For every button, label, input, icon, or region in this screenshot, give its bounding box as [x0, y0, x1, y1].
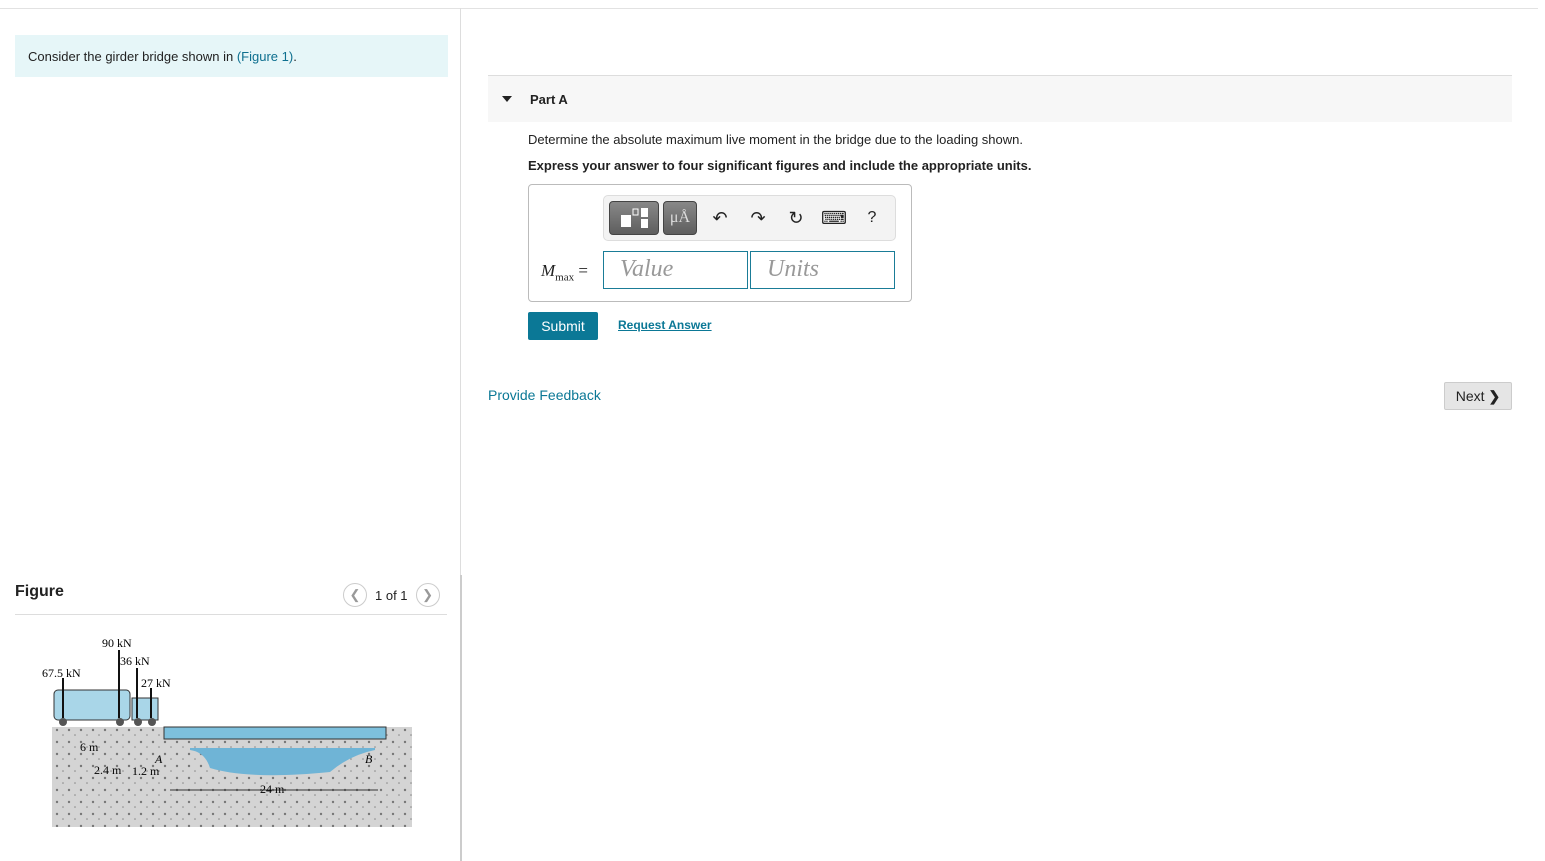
- truck-cab: [131, 697, 159, 721]
- label-sub: max: [555, 271, 575, 284]
- equals-sign: =: [578, 261, 588, 280]
- templates-button[interactable]: [609, 201, 659, 235]
- reset-icon[interactable]: ↻: [777, 208, 815, 229]
- value-input[interactable]: Value: [603, 251, 748, 289]
- girder: [163, 726, 387, 740]
- figure-pager: ❮ 1 of 1 ❯: [343, 583, 440, 607]
- next-button[interactable]: Next ❯: [1444, 382, 1512, 410]
- label-m: M: [541, 261, 556, 280]
- fraction-template-icon: [621, 208, 648, 228]
- prev-figure-button[interactable]: ❮: [343, 583, 367, 607]
- help-icon[interactable]: ?: [853, 209, 891, 227]
- figure-page-count: 1 of 1: [375, 587, 408, 603]
- support-a-label: A: [154, 752, 163, 766]
- figure-divider: [15, 614, 447, 615]
- figure-title: Figure: [15, 583, 64, 600]
- keyboard-icon[interactable]: ⌨: [815, 208, 853, 229]
- panel-divider-scroll: [460, 575, 462, 861]
- load-label: 90 kN: [102, 636, 132, 650]
- next-figure-button[interactable]: ❯: [415, 583, 440, 607]
- submit-button[interactable]: Submit: [528, 312, 598, 340]
- girder-bridge-figure: 67.5 kN 90 kN 36 kN 27 kN 6 m 2.4 m 1.2 …: [42, 636, 412, 827]
- dimension-label: 1.2 m: [132, 764, 160, 778]
- math-toolbar: μÅ ↶ ↷ ↻ ⌨ ?: [603, 195, 896, 241]
- instruction-text: Express your answer to four significant …: [528, 158, 1032, 173]
- top-divider: [0, 8, 1538, 9]
- units-symbol-button[interactable]: μÅ: [663, 201, 697, 235]
- request-answer-link[interactable]: Request Answer: [618, 318, 712, 332]
- chevron-right-icon: ❯: [1488, 387, 1501, 404]
- undo-icon[interactable]: ↶: [701, 208, 739, 229]
- dimension-label: 2.4 m: [94, 763, 122, 777]
- next-label: Next: [1455, 388, 1485, 404]
- dimension-label: 6 m: [80, 740, 99, 754]
- question-text: Determine the absolute maximum live mome…: [528, 132, 1023, 147]
- load-label: 27 kN: [141, 676, 171, 690]
- part-title: Part A: [530, 92, 568, 107]
- load-label: 36 kN: [120, 654, 150, 668]
- figure-link[interactable]: (Figure 1): [237, 49, 293, 64]
- units-input[interactable]: Units: [750, 251, 895, 289]
- intro-end: .: [293, 49, 297, 64]
- collapse-triangle-icon: [502, 96, 512, 102]
- support-b-label: B: [365, 752, 373, 766]
- span-label: 24 m: [260, 782, 285, 796]
- answer-box: μÅ ↶ ↷ ↻ ⌨ ? Mmax = Value Units: [528, 184, 912, 302]
- intro-text: Consider the girder bridge shown in: [28, 49, 237, 64]
- load-label: 67.5 kN: [42, 666, 81, 680]
- part-a-header[interactable]: Part A: [488, 75, 1512, 122]
- problem-intro: Consider the girder bridge shown in (Fig…: [15, 35, 448, 77]
- ground: [52, 727, 412, 827]
- provide-feedback-link[interactable]: Provide Feedback: [488, 387, 601, 403]
- redo-icon[interactable]: ↷: [739, 208, 777, 229]
- answer-label: Mmax =: [541, 261, 588, 283]
